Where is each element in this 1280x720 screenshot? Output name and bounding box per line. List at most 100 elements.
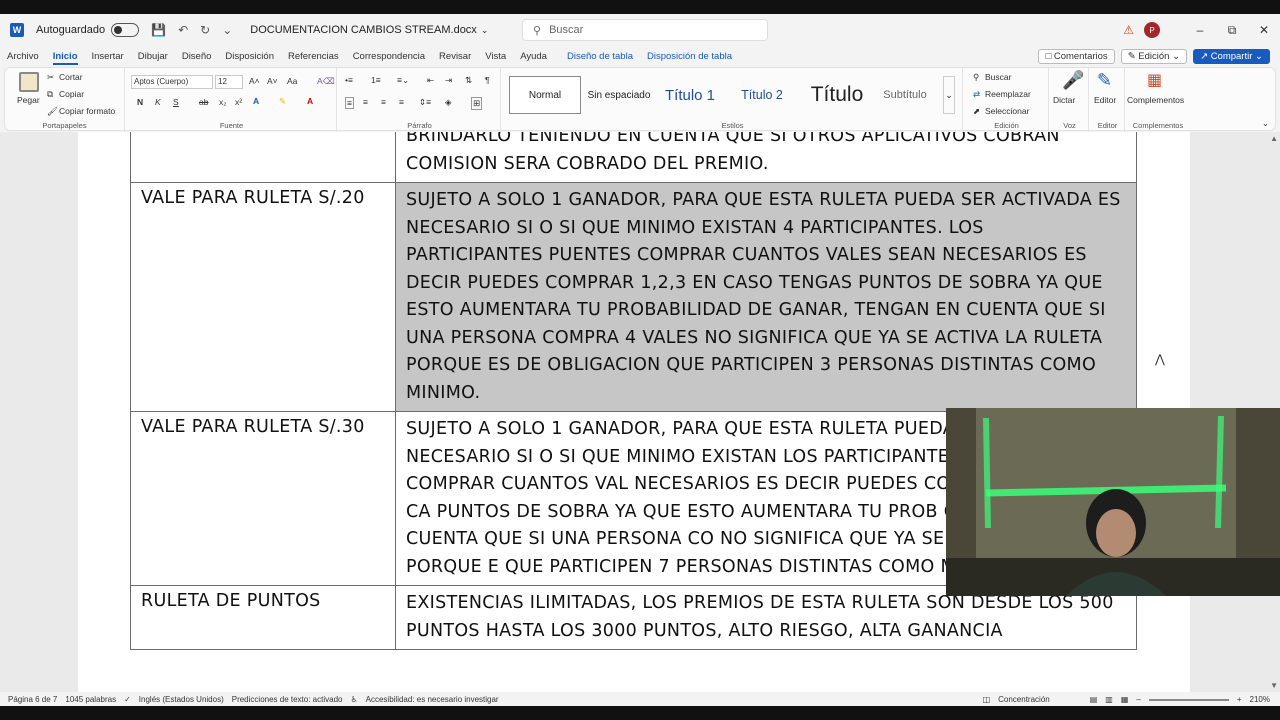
clear-format-icon[interactable]: A⌫ — [317, 76, 335, 87]
find-button[interactable]: Buscar — [985, 72, 1011, 82]
editing-mode-button[interactable]: ✎ Edición ⌄ — [1120, 48, 1188, 64]
chevron-down-icon[interactable]: ⌄ — [481, 25, 489, 36]
zoom-level[interactable]: 210% — [1250, 695, 1270, 704]
focus-mode[interactable]: Concentración — [998, 695, 1050, 704]
microphone-icon[interactable]: 🎤 — [1062, 70, 1084, 91]
read-mode-icon[interactable]: ▤ — [1090, 695, 1098, 704]
style-heading-2[interactable]: Título 2 — [729, 76, 795, 114]
restore-icon[interactable]: ⧉ — [1216, 23, 1248, 38]
shading-icon[interactable]: ◈ — [445, 97, 452, 108]
paste-button[interactable]: Pegar — [17, 95, 40, 105]
accessibility-status[interactable]: Accesibilidad: es necesario investigar — [366, 695, 499, 704]
editor-icon[interactable]: ✎ — [1097, 70, 1112, 91]
tab-disposición[interactable]: Disposición — [218, 51, 281, 62]
tab-revisar[interactable]: Revisar — [432, 51, 478, 62]
style-heading-1[interactable]: Título 1 — [657, 76, 723, 114]
strikethrough-icon[interactable]: ab — [199, 97, 208, 107]
document-name[interactable]: DOCUMENTACION CAMBIOS STREAM.docx — [250, 24, 477, 36]
tab-referencias[interactable]: Referencias — [281, 51, 346, 62]
proofing-icon[interactable]: ✓ — [124, 695, 131, 704]
borders-icon[interactable]: ⊞ — [471, 97, 483, 110]
align-center-icon[interactable]: ≡ — [363, 97, 368, 107]
tab-diseño[interactable]: Diseño — [175, 51, 219, 62]
justify-icon[interactable]: ≡ — [399, 97, 404, 107]
font-name-select[interactable]: Aptos (Cuerpo) — [131, 75, 213, 89]
addins-icon[interactable]: ▦ — [1147, 70, 1162, 90]
tab-correspondencia[interactable]: Correspondencia — [346, 51, 432, 62]
redo-icon[interactable]: ↻ — [200, 23, 210, 37]
tab-archivo[interactable]: Archivo — [0, 51, 46, 62]
font-color-icon[interactable]: A — [307, 96, 313, 106]
copy-icon[interactable]: ⧉ — [47, 89, 53, 100]
cut-button[interactable]: Cortar — [59, 72, 83, 82]
underline-button[interactable]: S — [173, 97, 179, 107]
align-left-icon[interactable]: ≡ — [345, 97, 354, 109]
zoom-slider[interactable] — [1148, 698, 1229, 701]
font-size-select[interactable]: 12 — [215, 75, 243, 89]
styles-more-icon[interactable]: ⌄ — [943, 76, 955, 114]
bold-button[interactable]: N — [137, 97, 143, 107]
prize-name-cell[interactable] — [130, 132, 396, 183]
tab-inicio[interactable]: Inicio — [46, 51, 85, 65]
tab-disposición-de-tabla[interactable]: Disposición de tabla — [640, 51, 739, 62]
warning-icon[interactable]: ⚠ — [1123, 23, 1134, 37]
increase-indent-icon[interactable]: ⇥ — [445, 75, 452, 86]
print-layout-icon[interactable]: ▥ — [1105, 695, 1113, 704]
tab-dibujar[interactable]: Dibujar — [131, 51, 175, 62]
word-count[interactable]: 1045 palabras — [65, 695, 116, 704]
scroll-down-icon[interactable]: ▼ — [1270, 681, 1278, 690]
customize-qat-icon[interactable]: ⌄ — [222, 23, 232, 37]
sort-icon[interactable]: ⇅ — [465, 75, 472, 86]
comments-button[interactable]: □ Comentarios — [1038, 48, 1115, 64]
dictate-button[interactable]: Dictar — [1053, 95, 1075, 105]
tab-diseño-de-tabla[interactable]: Diseño de tabla — [560, 51, 640, 62]
zoom-out-icon[interactable]: – — [1136, 695, 1140, 704]
prize-name-cell[interactable]: VALE PARA RULETA S/.30 — [130, 411, 396, 586]
change-case-icon[interactable]: Aa — [287, 76, 297, 86]
replace-icon[interactable]: ⇄ — [973, 89, 980, 100]
style-normal[interactable]: Normal — [509, 76, 581, 114]
tab-vista[interactable]: Vista — [478, 51, 513, 62]
prize-description-cell[interactable]: BRINDARLO TENIENDO EN CUENTA QUE SI OTRO… — [395, 132, 1137, 183]
avatar[interactable]: P — [1144, 22, 1160, 38]
pilcrow-icon[interactable]: ¶ — [485, 75, 490, 85]
format-painter-icon[interactable]: 🖌 — [47, 106, 58, 117]
copy-button[interactable]: Copiar — [59, 89, 84, 99]
zoom-in-icon[interactable]: + — [1237, 695, 1242, 704]
bullets-icon[interactable]: •≡ — [345, 75, 353, 85]
style-title[interactable]: Título — [801, 76, 873, 114]
prize-description-cell[interactable]: SUJETO A SOLO 1 GANADOR, PARA QUE ESTA R… — [395, 182, 1137, 412]
autosave-toggle[interactable] — [111, 23, 140, 37]
search-box[interactable]: ⚲ Buscar — [522, 19, 768, 41]
highlight-icon[interactable]: ✎ — [279, 96, 286, 107]
addins-button[interactable]: Complementos — [1127, 95, 1184, 105]
prize-name-cell[interactable]: RULETA DE PUNTOS — [130, 585, 396, 650]
scroll-up-icon[interactable]: ▲ — [1270, 134, 1278, 143]
tab-insertar[interactable]: Insertar — [85, 51, 131, 62]
cut-icon[interactable]: ✂ — [47, 72, 54, 83]
select-button[interactable]: Seleccionar — [985, 106, 1029, 116]
find-icon[interactable]: ⚲ — [973, 72, 979, 83]
prize-name-cell[interactable]: VALE PARA RULETA S/.20 — [130, 182, 396, 412]
style-subtitle[interactable]: Subtítulo — [875, 76, 935, 114]
replace-button[interactable]: Reemplazar — [985, 89, 1031, 99]
decrease-indent-icon[interactable]: ⇤ — [427, 75, 434, 86]
style-no-spacing[interactable]: Sin espaciado — [583, 76, 655, 114]
accessibility-icon[interactable]: ♿ — [350, 695, 357, 704]
multilevel-list-icon[interactable]: ≡⌄ — [397, 75, 409, 86]
format-painter-button[interactable]: Copiar formato — [59, 106, 115, 116]
shrink-font-icon[interactable]: A˅ — [267, 76, 278, 86]
superscript-icon[interactable]: x² — [235, 97, 242, 107]
tab-ayuda[interactable]: Ayuda — [513, 51, 554, 62]
text-effects-icon[interactable]: A — [253, 96, 259, 106]
text-predictions[interactable]: Predicciones de texto: activado — [232, 695, 343, 704]
numbering-icon[interactable]: 1≡ — [371, 75, 381, 85]
subscript-icon[interactable]: x₂ — [219, 97, 227, 107]
select-icon[interactable]: ⬈ — [973, 106, 980, 117]
collapse-ribbon-icon[interactable]: ⌄ — [1262, 118, 1269, 129]
focus-icon[interactable]: ◫ — [983, 695, 991, 704]
paste-icon[interactable] — [19, 72, 39, 92]
align-right-icon[interactable]: ≡ — [381, 97, 386, 107]
close-icon[interactable]: ✕ — [1248, 23, 1280, 37]
share-button[interactable]: ↗ Compartir ⌄ — [1193, 48, 1270, 64]
